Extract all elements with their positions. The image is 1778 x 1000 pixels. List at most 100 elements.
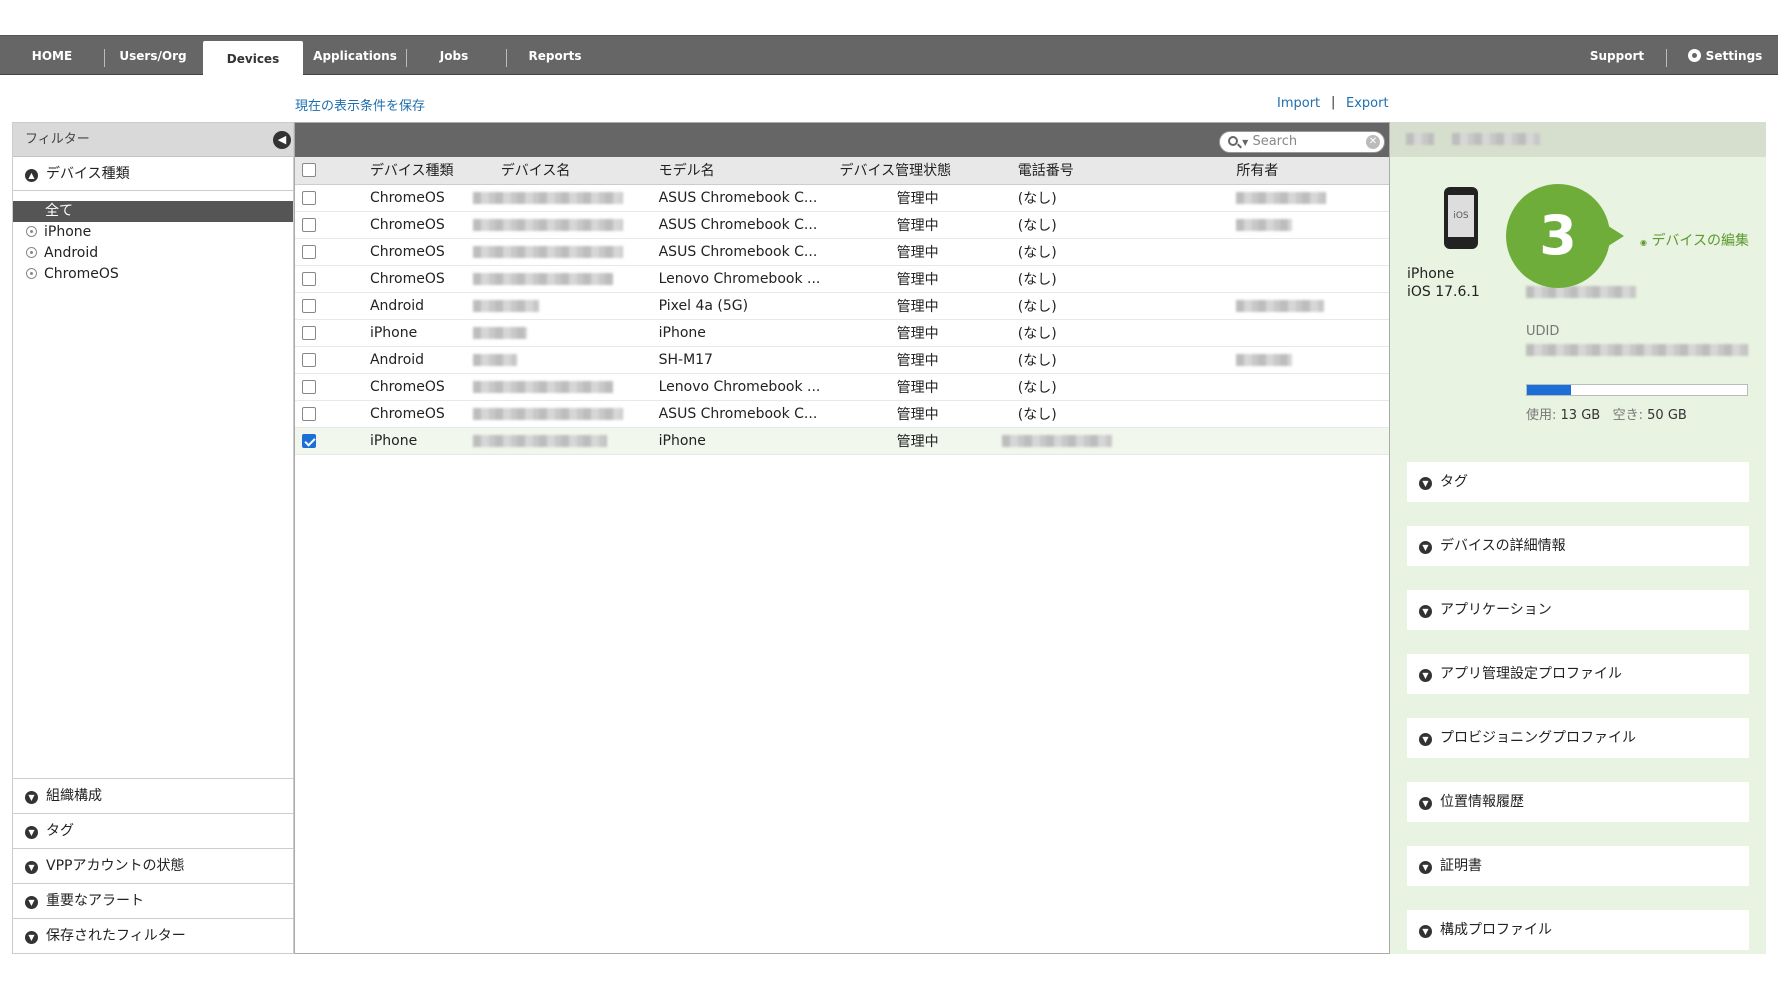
- radio-icon: [26, 268, 37, 279]
- column-header[interactable]: モデル名: [646, 157, 840, 185]
- owner-cell: [1171, 427, 1389, 455]
- column-header[interactable]: 電話番号: [995, 157, 1172, 185]
- nav-reports[interactable]: Reports: [520, 36, 590, 76]
- row-select-cell[interactable]: [295, 373, 325, 401]
- chevron-down-icon: ▼: [1419, 797, 1432, 810]
- redacted-text: [1236, 299, 1325, 312]
- row-checkbox[interactable]: [302, 244, 316, 259]
- row-select-cell[interactable]: [295, 184, 325, 212]
- row-checkbox[interactable]: [302, 190, 316, 205]
- device-type-cell: Android: [324, 292, 471, 320]
- column-header[interactable]: デバイス名: [470, 157, 647, 185]
- section-saved-filters[interactable]: ▼ 保存されたフィルター: [13, 918, 293, 953]
- device-type-cell: ChromeOS: [324, 211, 471, 239]
- device-type-section[interactable]: ▲ デバイス種類: [13, 157, 293, 191]
- import-link[interactable]: Import: [1277, 96, 1320, 111]
- table-row[interactable]: ChromeOS Lenovo Chromebook ... 管理中 (なし): [295, 265, 1389, 293]
- table-toolbar: ▼ Search ✕: [295, 123, 1389, 157]
- detail-section-applications[interactable]: ▼ アプリケーション: [1407, 590, 1749, 630]
- row-select-cell[interactable]: [295, 265, 325, 293]
- row-checkbox[interactable]: [302, 406, 316, 421]
- table-row[interactable]: ChromeOS ASUS Chromebook C... 管理中 (なし): [295, 184, 1389, 212]
- nav-home[interactable]: HOME: [18, 36, 86, 76]
- device-name-cell: [470, 427, 647, 455]
- save-view-link[interactable]: 現在の表示条件を保存: [295, 95, 425, 114]
- phone-cell: (なし): [995, 292, 1172, 320]
- nav-applications[interactable]: Applications: [310, 36, 400, 76]
- row-select-cell[interactable]: [295, 319, 325, 347]
- detail-section-location-history[interactable]: ▼ 位置情報履歴: [1407, 782, 1749, 822]
- clear-icon[interactable]: ✕: [1366, 135, 1380, 149]
- select-all-cell[interactable]: [295, 157, 325, 185]
- row-checkbox[interactable]: [302, 433, 316, 448]
- model-cell: SH-M17: [646, 346, 840, 374]
- export-link[interactable]: Export: [1346, 96, 1389, 111]
- section-alerts[interactable]: ▼ 重要なアラート: [13, 883, 293, 918]
- row-select-cell[interactable]: [295, 292, 325, 320]
- device-name-cell: [470, 346, 647, 374]
- nav-settings[interactable]: Settings: [1680, 36, 1770, 76]
- table-row[interactable]: ChromeOS ASUS Chromebook C... 管理中 (なし): [295, 400, 1389, 428]
- detail-section-tags[interactable]: ▼ タグ: [1407, 462, 1749, 502]
- row-select-cell[interactable]: [295, 238, 325, 266]
- row-checkbox[interactable]: [302, 298, 316, 313]
- nav-support[interactable]: Support: [1582, 36, 1652, 76]
- table-row[interactable]: ChromeOS ASUS Chromebook C... 管理中 (なし): [295, 211, 1389, 239]
- table-row[interactable]: ChromeOS ASUS Chromebook C... 管理中 (なし): [295, 238, 1389, 266]
- column-header[interactable]: デバイス種類: [324, 157, 471, 185]
- detail-section-certificates[interactable]: ▼ 証明書: [1407, 846, 1749, 886]
- device-table: デバイス種類 デバイス名 モデル名 デバイス管理状態 電話番号 所有者 Chro…: [295, 157, 1389, 455]
- section-organization[interactable]: ▼ 組織構成: [13, 778, 293, 813]
- status-cell: 管理中: [839, 184, 996, 212]
- detail-section-app-config-profile[interactable]: ▼ アプリ管理設定プロファイル: [1407, 654, 1749, 694]
- device-name-cell: [470, 400, 647, 428]
- row-select-cell[interactable]: [295, 211, 325, 239]
- status-cell: 管理中: [839, 400, 996, 428]
- nav-devices[interactable]: Devices: [203, 41, 303, 77]
- column-header[interactable]: 所有者: [1171, 157, 1389, 185]
- phone-value: (なし): [1017, 298, 1057, 315]
- detail-section-provisioning-profile[interactable]: ▼ プロビジョニングプロファイル: [1407, 718, 1749, 758]
- filter-item-all[interactable]: 全て: [13, 201, 293, 222]
- model-cell: ASUS Chromebook C...: [646, 184, 840, 212]
- row-checkbox[interactable]: [302, 379, 316, 394]
- column-header[interactable]: デバイス管理状態: [839, 157, 996, 185]
- table-row[interactable]: Android SH-M17 管理中 (なし): [295, 346, 1389, 374]
- table-row[interactable]: iPhone iPhone 管理中 (なし): [295, 319, 1389, 347]
- select-all-checkbox[interactable]: [302, 163, 316, 178]
- chevron-down-icon: ▼: [1419, 733, 1432, 746]
- table-row[interactable]: ChromeOS Lenovo Chromebook ... 管理中 (なし): [295, 373, 1389, 401]
- chevron-down-icon: ▼: [1419, 541, 1432, 554]
- row-checkbox[interactable]: [302, 217, 316, 232]
- row-select-cell[interactable]: [295, 346, 325, 374]
- filter-item-android[interactable]: Android: [13, 243, 293, 264]
- collapse-left-icon[interactable]: ◀: [273, 131, 291, 149]
- search-input[interactable]: ▼ Search ✕: [1219, 131, 1385, 153]
- nav-users-org[interactable]: Users/Org: [112, 36, 194, 76]
- filter-item-iphone[interactable]: iPhone: [13, 222, 293, 243]
- row-checkbox[interactable]: [302, 352, 316, 367]
- detail-section-label: 構成プロファイル: [1440, 922, 1552, 938]
- device-name-cell: [470, 238, 647, 266]
- section-vpp-status[interactable]: ▼ VPPアカウントの状態: [13, 848, 293, 883]
- section-label: 保存されたフィルター: [46, 928, 186, 944]
- phone-cell: (なし): [995, 400, 1172, 428]
- table-row[interactable]: iPhone iPhone 管理中: [295, 427, 1389, 455]
- row-checkbox[interactable]: [302, 271, 316, 286]
- row-select-cell[interactable]: [295, 400, 325, 428]
- row-checkbox[interactable]: [302, 325, 316, 340]
- status-cell: 管理中: [839, 373, 996, 401]
- table-row[interactable]: Android Pixel 4a (5G) 管理中 (なし): [295, 292, 1389, 320]
- nav-jobs[interactable]: Jobs: [424, 36, 484, 76]
- storage-free-value: 50 GB: [1647, 408, 1687, 423]
- row-select-cell[interactable]: [295, 427, 325, 455]
- device-name-cell: [470, 292, 647, 320]
- chevron-down-icon: ▼: [25, 826, 38, 839]
- detail-section-config-profiles[interactable]: ▼ 構成プロファイル: [1407, 910, 1749, 950]
- filter-item-chromeos[interactable]: ChromeOS: [13, 264, 293, 285]
- section-tags[interactable]: ▼ タグ: [13, 813, 293, 848]
- detail-section-device-details[interactable]: ▼ デバイスの詳細情報: [1407, 526, 1749, 566]
- redacted-text: [472, 299, 539, 312]
- edit-device-link[interactable]: ◉ デバイスの編集: [1640, 230, 1749, 250]
- section-label: タグ: [46, 823, 74, 839]
